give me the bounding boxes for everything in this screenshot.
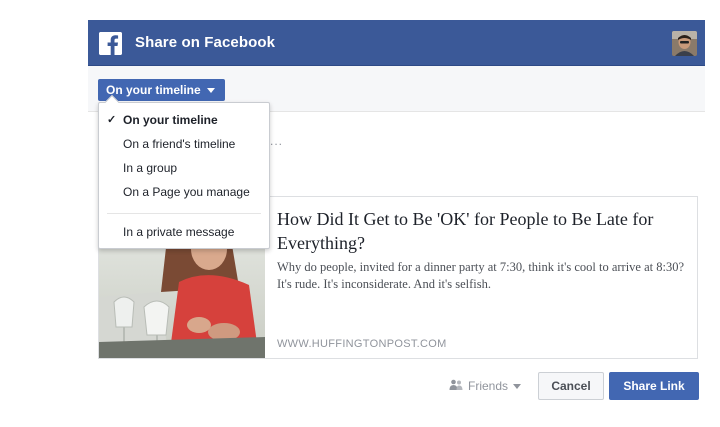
menu-divider bbox=[107, 213, 261, 214]
menu-item-label: In a group bbox=[123, 161, 178, 175]
share-target-selector[interactable]: On your timeline bbox=[98, 79, 225, 101]
menu-item-on-your-timeline[interactable]: ✓ On your timeline bbox=[99, 109, 269, 131]
menu-item-in-a-group[interactable]: In a group bbox=[99, 157, 269, 179]
share-target-label: On your timeline bbox=[106, 83, 201, 97]
menu-item-in-a-private-message[interactable]: In a private message bbox=[99, 221, 269, 243]
dialog-header: Share on Facebook bbox=[88, 20, 705, 66]
user-avatar[interactable] bbox=[672, 31, 697, 56]
friends-icon bbox=[449, 379, 463, 393]
link-preview-title[interactable]: How Did It Get to Be 'OK' for People to … bbox=[277, 207, 687, 255]
audience-label: Friends bbox=[468, 379, 509, 393]
dialog-title: Share on Facebook bbox=[135, 34, 276, 51]
facebook-f-icon bbox=[99, 32, 122, 55]
share-target-dropdown: ✓ On your timeline On a friend's timelin… bbox=[98, 94, 270, 249]
composer-placeholder[interactable]: ... bbox=[270, 134, 283, 148]
cancel-button[interactable]: Cancel bbox=[538, 372, 604, 400]
audience-selector[interactable]: Friends bbox=[449, 376, 522, 396]
dialog-footer: Friends Cancel Share Link bbox=[88, 370, 705, 410]
share-link-button[interactable]: Share Link bbox=[609, 372, 699, 400]
menu-item-on-a-friends-timeline[interactable]: On a friend's timeline bbox=[99, 133, 269, 155]
link-preview-domain: WWW.HUFFINGTONPOST.COM bbox=[277, 338, 447, 350]
menu-item-label: In a private message bbox=[123, 225, 235, 239]
menu-item-label: On a Page you manage bbox=[123, 185, 250, 199]
menu-item-label: On a friend's timeline bbox=[123, 137, 236, 151]
chevron-down-icon bbox=[513, 384, 522, 389]
checkmark-icon: ✓ bbox=[107, 114, 117, 126]
chevron-down-icon bbox=[206, 88, 215, 93]
menu-item-label: On your timeline bbox=[123, 113, 218, 127]
link-preview-description: Why do people, invited for a dinner part… bbox=[277, 260, 685, 291]
menu-item-on-a-page-you-manage[interactable]: On a Page you manage bbox=[99, 181, 269, 203]
